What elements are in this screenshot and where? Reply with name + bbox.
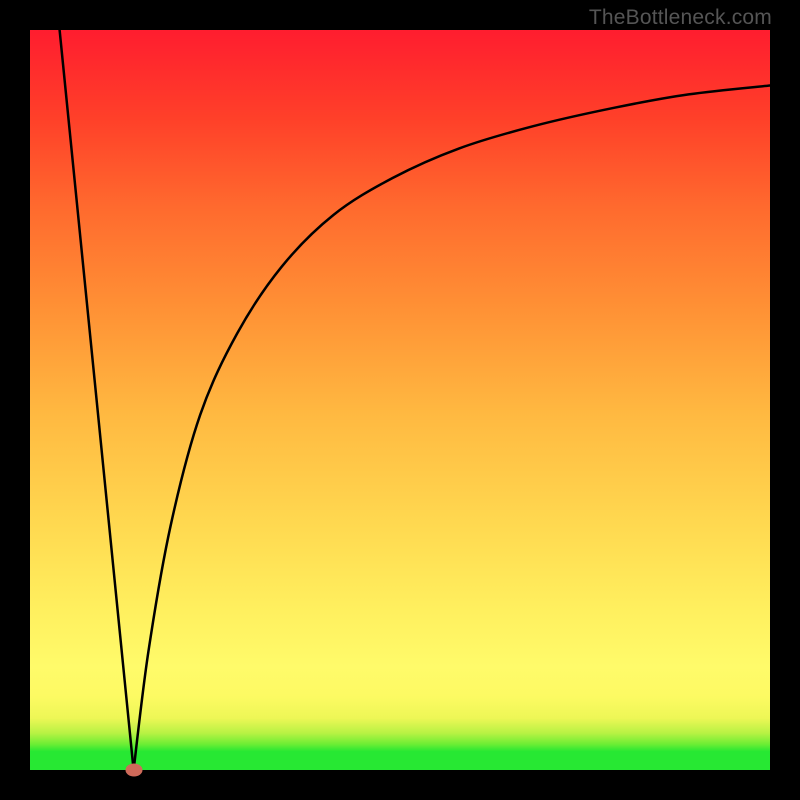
optimal-marker bbox=[125, 764, 142, 777]
curve-right bbox=[134, 86, 770, 771]
curve-left bbox=[60, 30, 134, 770]
watermark-text: TheBottleneck.com bbox=[589, 6, 772, 30]
curve-layer bbox=[30, 30, 770, 770]
plot-area bbox=[30, 30, 770, 770]
chart-frame: TheBottleneck.com bbox=[0, 0, 800, 800]
